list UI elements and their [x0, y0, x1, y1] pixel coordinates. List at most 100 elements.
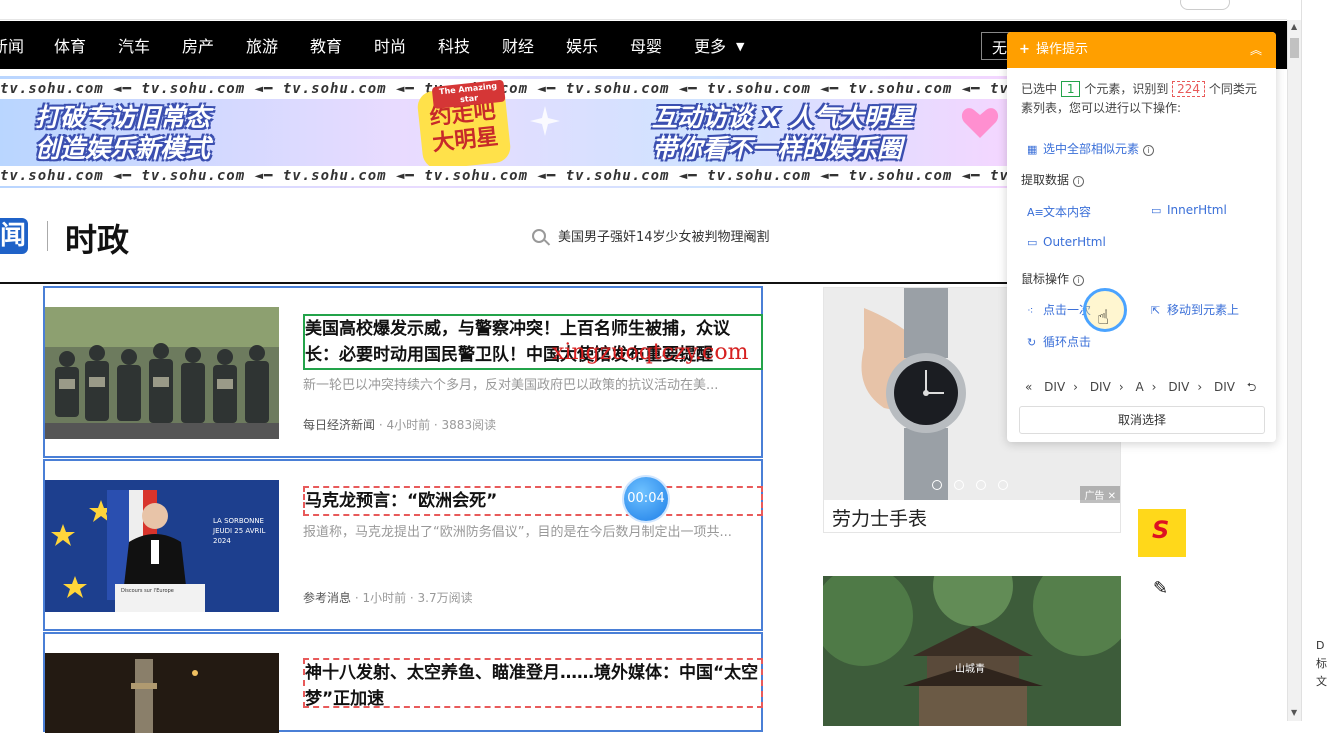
chevron-right-icon: ›: [1197, 380, 1203, 394]
watch-ad-caption[interactable]: 劳力士手表: [832, 504, 927, 531]
scroll-down-icon[interactable]: ▼: [1291, 708, 1297, 717]
news-meta: 每日经济新闻 · 4小时前 · 3883阅读: [303, 416, 496, 433]
nav-item-travel[interactable]: 旅游: [246, 33, 278, 57]
click-once-button[interactable]: ⁖ 点击一次: [1027, 301, 1091, 318]
hover-icon: ⇱: [1151, 304, 1161, 317]
outer-html-button[interactable]: ▭ OuterHtml: [1027, 235, 1106, 249]
chevron-up-icon[interactable]: ︽: [1250, 32, 1262, 68]
news-title[interactable]: 马克龙预言：“欧洲会死”: [303, 486, 763, 516]
nav-item-fashion[interactable]: 时尚: [374, 33, 406, 57]
ad-banner[interactable]: tv.sohu.com ◄━ tv.sohu.com ◄━ tv.sohu.co…: [0, 76, 1010, 188]
mouse-actions-label: 鼠标操作 i: [1021, 270, 1085, 287]
nav-item-sports[interactable]: 体育: [54, 33, 86, 57]
nav-item-realestate[interactable]: 房产: [182, 33, 214, 57]
path-node[interactable]: A: [1135, 380, 1143, 394]
news-time-reads: · 1小时前 · 3.7万阅读: [351, 591, 473, 605]
info-icon[interactable]: i: [1143, 145, 1155, 156]
selection-info: 已选中 1 个元素，识别到 224 个同类元素列表，您可以进行以下操作:: [1021, 80, 1267, 118]
extract-data-label: 提取数据 i: [1021, 171, 1085, 188]
path-node[interactable]: DIV: [1044, 380, 1065, 394]
temple-ad[interactable]: 山城青: [823, 576, 1121, 726]
nav-item-news[interactable]: 新闻: [0, 33, 24, 57]
scrollbar-thumb[interactable]: [1290, 38, 1299, 58]
hot-search[interactable]: 美国男子强奸14岁少女被判物理阉割: [532, 226, 770, 245]
banner-right-text: 互动访谈 X 人气大明星 带你看不一样的娱乐圈: [652, 102, 914, 164]
s-logo-icon: S: [1152, 516, 1170, 544]
edge-text-3: 文: [1316, 675, 1327, 688]
click-icon: ⁖: [1027, 304, 1034, 317]
nav-item-entertainment[interactable]: 娱乐: [566, 33, 598, 57]
news-thumbnail[interactable]: LA SORBONNE JEUDI 25 AVRIL 2024 Discours…: [45, 480, 279, 612]
text-content-button[interactable]: A≡文本内容: [1027, 203, 1091, 220]
code-icon: ▭: [1027, 236, 1038, 249]
plus-icon: +: [1019, 42, 1030, 57]
ad-label-text: 广告: [1084, 491, 1105, 502]
carousel-dot[interactable]: [932, 480, 942, 490]
double-chevron-left-icon[interactable]: «: [1025, 380, 1032, 394]
scroll-up-icon[interactable]: ▲: [1291, 22, 1297, 31]
selected-count: 1: [1060, 81, 1081, 97]
section-logo[interactable]: 闻: [0, 218, 28, 254]
carousel-dot[interactable]: [954, 480, 964, 490]
section-title: 时政: [65, 221, 130, 259]
news-thumbnail[interactable]: [45, 653, 279, 733]
thumbnail-caption-1: LA SORBONNE: [213, 517, 264, 525]
text-content-label: 文本内容: [1043, 205, 1092, 219]
nav-item-education[interactable]: 教育: [310, 33, 342, 57]
sparkle-icon: [530, 106, 560, 136]
search-icon: [532, 229, 546, 243]
loop-icon: ↻: [1027, 336, 1037, 349]
podium-text: Discours sur l'Europe: [121, 588, 174, 594]
news-card[interactable]: 美国高校爆发示威，与警察冲突！上百名师生被捕，众议长：必要时动用国民警卫队！中国…: [43, 286, 763, 458]
undo-icon[interactable]: ⮌: [1247, 380, 1257, 394]
path-node[interactable]: DIV: [1214, 380, 1235, 394]
info-icon[interactable]: i: [1073, 275, 1085, 286]
news-source[interactable]: 参考消息: [303, 591, 351, 605]
edge-text-1: D: [1316, 639, 1325, 652]
info-icon[interactable]: i: [1073, 176, 1085, 187]
path-node[interactable]: DIV: [1090, 380, 1111, 394]
news-meta: 参考消息 · 1小时前 · 3.7万阅读: [303, 589, 473, 606]
operation-tips-panel: + 操作提示 ︽ 已选中 1 个元素，识别到 224 个同类元素列表，您可以进行…: [1007, 32, 1276, 442]
caret-down-icon: ▼: [736, 40, 745, 53]
nav-item-baby[interactable]: 母婴: [630, 33, 662, 57]
carousel-dot[interactable]: [976, 480, 986, 490]
browser-pill: [1180, 0, 1230, 10]
watermark-text: xingzuoqtczy.com: [552, 340, 749, 365]
move-to-element-button[interactable]: ⇱ 移动到元素上: [1151, 301, 1239, 318]
news-title[interactable]: 神十八发射、太空养鱼、瞄准登月……境外媒体：中国“太空梦”正加速: [303, 658, 763, 709]
news-card[interactable]: 神十八发射、太空养鱼、瞄准登月……境外媒体：中国“太空梦”正加速: [43, 632, 763, 733]
nav-item-tech[interactable]: 科技: [438, 33, 470, 57]
loop-click-label: 循环点击: [1043, 335, 1092, 349]
ad-label[interactable]: 广告 ✕: [1080, 486, 1120, 503]
nav-item-finance[interactable]: 财经: [502, 33, 534, 57]
pen-icon[interactable]: ✎: [1153, 578, 1168, 599]
carousel-dot[interactable]: [998, 480, 1008, 490]
nav-item-auto[interactable]: 汽车: [118, 33, 150, 57]
banner-left-line1: 打破专访旧常态: [35, 103, 211, 132]
mouse-label-text: 鼠标操作: [1021, 272, 1070, 286]
chevron-right-icon: ›: [1151, 380, 1157, 394]
section-divider: [47, 221, 48, 251]
banner-show-logo: The Amazing star 约走吧 大明星: [416, 79, 512, 171]
select-all-similar-button[interactable]: ▦ 选中全部相似元素 i: [1027, 140, 1155, 157]
inner-html-button[interactable]: ▭ InnerHtml: [1151, 203, 1227, 217]
browser-top-strip: [0, 0, 1287, 20]
loop-click-button[interactable]: ↻ 循环点击: [1027, 333, 1091, 350]
page-scrollbar[interactable]: ▲ ▼: [1287, 20, 1301, 721]
thumbnail-caption-2: JEUDI 25 AVRIL 2024: [213, 527, 266, 545]
sohu-app-icon[interactable]: S: [1138, 509, 1186, 557]
chevron-right-icon: ›: [1073, 380, 1078, 394]
chevron-right-icon: ›: [1118, 380, 1124, 394]
panel-title: 操作提示: [1036, 42, 1089, 57]
cancel-selection-button[interactable]: 取消选择: [1019, 406, 1265, 434]
carousel-dots[interactable]: [932, 475, 1020, 494]
news-time-reads: · 4小时前 · 3883阅读: [375, 418, 497, 432]
panel-header[interactable]: + 操作提示 ︽: [1007, 32, 1276, 68]
news-thumbnail[interactable]: [45, 307, 279, 439]
nav-item-more[interactable]: 更多 ▼: [694, 33, 744, 57]
path-node[interactable]: DIV: [1168, 380, 1189, 394]
news-summary: 新一轮巴以冲突持续六个多月，反对美国政府巴以政策的抗议活动在美...: [303, 378, 719, 393]
banner-left-text: 打破专访旧常态 创造娱乐新模式: [35, 102, 210, 164]
news-source[interactable]: 每日经济新闻: [303, 418, 375, 432]
